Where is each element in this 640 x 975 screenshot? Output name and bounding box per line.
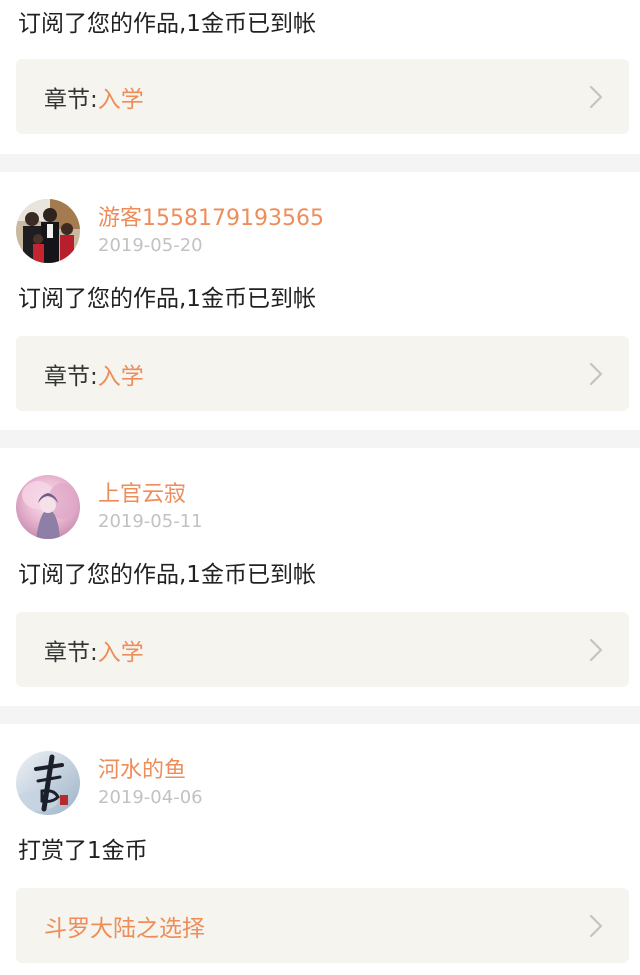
avatar[interactable] bbox=[16, 475, 80, 539]
avatar-illustration-icon bbox=[16, 475, 80, 539]
notification-message: 订阅了您的作品,1金币已到帐 bbox=[18, 562, 316, 588]
chevron-right-icon bbox=[589, 638, 603, 662]
notification-item: 订阅了您的作品,1金币已到帐 章节: 入学 bbox=[0, 0, 640, 154]
chevron-right-icon bbox=[589, 914, 603, 938]
work-link[interactable]: 斗罗大陆之选择 bbox=[16, 888, 629, 963]
notification-item: 上官云寂 2019-05-11 订阅了您的作品,1金币已到帐 章节: 入学 bbox=[0, 448, 640, 706]
chevron-right-icon bbox=[589, 85, 603, 109]
notification-date: 2019-05-11 bbox=[98, 510, 203, 532]
avatar-calligraphy-icon bbox=[16, 751, 80, 815]
chapter-link-title: 入学 bbox=[97, 86, 144, 113]
item-separator bbox=[0, 430, 640, 448]
chapter-link[interactable]: 章节: 入学 bbox=[16, 59, 629, 134]
item-separator bbox=[0, 706, 640, 724]
username[interactable]: 游客1558179193565 bbox=[98, 205, 324, 233]
notification-message: 打赏了1金币 bbox=[18, 838, 148, 864]
avatar[interactable] bbox=[16, 199, 80, 263]
chapter-link-prefix: 章节: bbox=[44, 86, 98, 113]
notification-message: 订阅了您的作品,1金币已到帐 bbox=[18, 286, 316, 312]
notification-feed: 订阅了您的作品,1金币已到帐 章节: 入学 游客1558179193565 20… bbox=[0, 0, 640, 975]
username[interactable]: 河水的鱼 bbox=[98, 757, 203, 785]
avatar-photo-icon bbox=[16, 199, 80, 263]
item-separator bbox=[0, 154, 640, 172]
notification-message: 订阅了您的作品,1金币已到帐 bbox=[18, 11, 316, 37]
chapter-link-prefix: 章节: bbox=[44, 363, 98, 390]
chapter-link-title: 入学 bbox=[97, 363, 144, 390]
notification-date: 2019-04-06 bbox=[98, 786, 203, 808]
notification-date: 2019-05-20 bbox=[98, 234, 203, 256]
chapter-link[interactable]: 章节: 入学 bbox=[16, 336, 629, 411]
notification-item: 河水的鱼 2019-04-06 打赏了1金币 斗罗大陆之选择 bbox=[0, 724, 640, 975]
user-info: 上官云寂 2019-05-11 bbox=[16, 475, 203, 539]
avatar[interactable] bbox=[16, 751, 80, 815]
notification-item: 游客1558179193565 2019-05-20 订阅了您的作品,1金币已到… bbox=[0, 172, 640, 430]
chapter-link[interactable]: 章节: 入学 bbox=[16, 612, 629, 687]
user-info: 河水的鱼 2019-04-06 bbox=[16, 751, 203, 815]
username[interactable]: 上官云寂 bbox=[98, 481, 203, 509]
user-info: 游客1558179193565 2019-05-20 bbox=[16, 199, 324, 263]
chapter-link-prefix: 章节: bbox=[44, 639, 98, 666]
work-link-title: 斗罗大陆之选择 bbox=[44, 915, 205, 942]
chevron-right-icon bbox=[589, 362, 603, 386]
chapter-link-title: 入学 bbox=[97, 639, 144, 666]
